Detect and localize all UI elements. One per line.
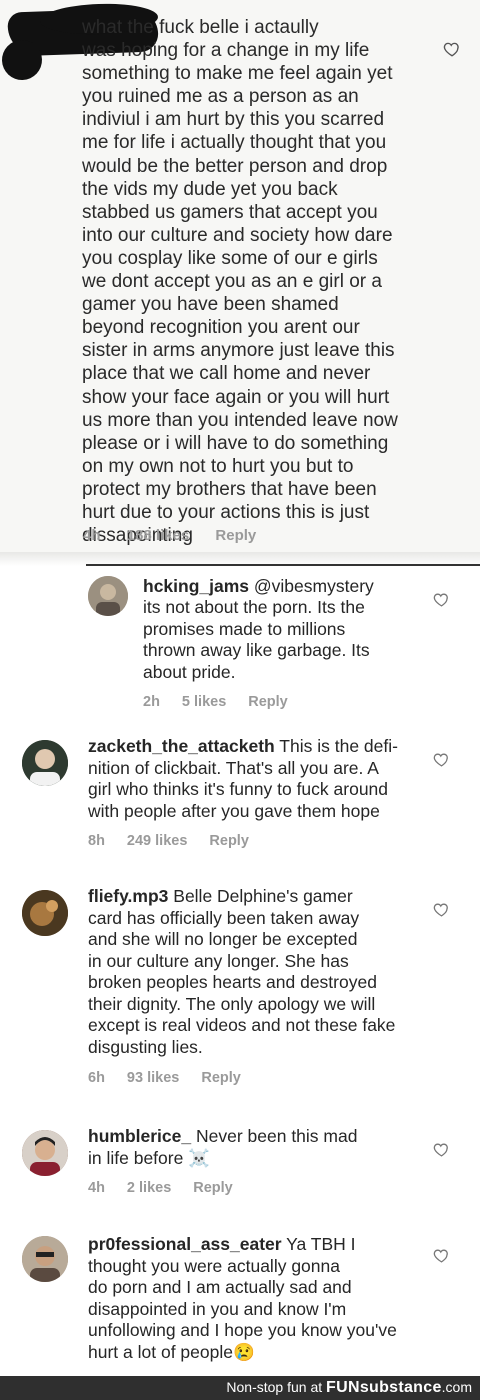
heart-icon[interactable] [433, 751, 450, 768]
comment-meta: 6h 93 likes Reply [88, 1070, 263, 1086]
watermark-brand: FUNsubstance [326, 1379, 442, 1396]
heart-icon[interactable] [433, 1141, 450, 1158]
redaction-mark [1, 39, 43, 81]
avatar[interactable] [22, 890, 68, 936]
heart-icon[interactable] [433, 591, 450, 608]
watermark-text: Non-stop fun at FUNsubstance.com [226, 1379, 472, 1397]
comment-text: what the fuck belle i actaully was hopin… [82, 17, 398, 547]
first-comment: what the fuck belle i actaully was hopin… [0, 0, 480, 552]
comment-body: pr0fessional_ass_eater Ya TBH I thought … [88, 1234, 433, 1363]
comment-username[interactable]: zacketh_the_attacketh [88, 736, 275, 756]
comment-time: 8h [88, 833, 105, 849]
comment-time: 4h [83, 527, 101, 544]
comment-username[interactable]: fliefy.mp3 [88, 886, 168, 906]
comment-meta: 8h 249 likes Reply [88, 833, 271, 849]
reply-button[interactable]: Reply [193, 1180, 233, 1196]
likes-count[interactable]: 188 likes [127, 527, 190, 544]
avatar[interactable] [88, 576, 128, 616]
comment-meta: 4h 2 likes Reply [88, 1180, 255, 1196]
reply-button[interactable]: Reply [215, 527, 256, 544]
comment-meta: 4h 188 likes Reply [83, 527, 256, 544]
avatar[interactable] [22, 1130, 68, 1176]
comment-body: hcking_jams @vibesmystery [143, 576, 433, 598]
comment-username[interactable]: humblerice_ [88, 1126, 191, 1146]
comment-body: fliefy.mp3 Belle Delphine's gamer card h… [88, 886, 428, 1058]
comment-username[interactable]: hcking_jams [143, 576, 249, 596]
reply-button[interactable]: Reply [201, 1070, 241, 1086]
likes-count[interactable]: 2 likes [127, 1180, 171, 1196]
likes-count[interactable]: 249 likes [127, 833, 187, 849]
heart-icon[interactable] [443, 40, 461, 58]
comment-text: Belle Delphine's gamer card has official… [88, 886, 396, 1057]
comment-mention[interactable]: @vibesmystery [254, 576, 374, 596]
comment-time: 6h [88, 1070, 105, 1086]
reply-button[interactable]: Reply [248, 694, 288, 710]
likes-count[interactable]: 5 likes [182, 694, 226, 710]
avatar[interactable] [22, 1236, 68, 1282]
watermark-bar: Non-stop fun at FUNsubstance.com [0, 1376, 480, 1400]
likes-count[interactable]: 93 likes [127, 1070, 179, 1086]
heart-icon[interactable] [433, 901, 450, 918]
comment-body: humblerice_ Never been this mad in life … [88, 1126, 428, 1169]
comment-meta: 2h 5 likes Reply [143, 694, 310, 710]
avatar[interactable] [22, 740, 68, 786]
comment-time: 4h [88, 1180, 105, 1196]
watermark-suffix: .com [441, 1379, 472, 1395]
comment-username[interactable]: pr0fessional_ass_eater [88, 1234, 282, 1254]
reply-button[interactable]: Reply [209, 833, 249, 849]
comment-body: zacketh_the_attacketh This is the defi- … [88, 736, 428, 822]
comment-text: its not about the porn. Its the promises… [143, 597, 370, 682]
watermark-prefix: Non-stop fun at [226, 1379, 323, 1395]
comment-time: 2h [143, 694, 160, 710]
heart-icon[interactable] [433, 1247, 450, 1264]
divider [86, 564, 480, 566]
